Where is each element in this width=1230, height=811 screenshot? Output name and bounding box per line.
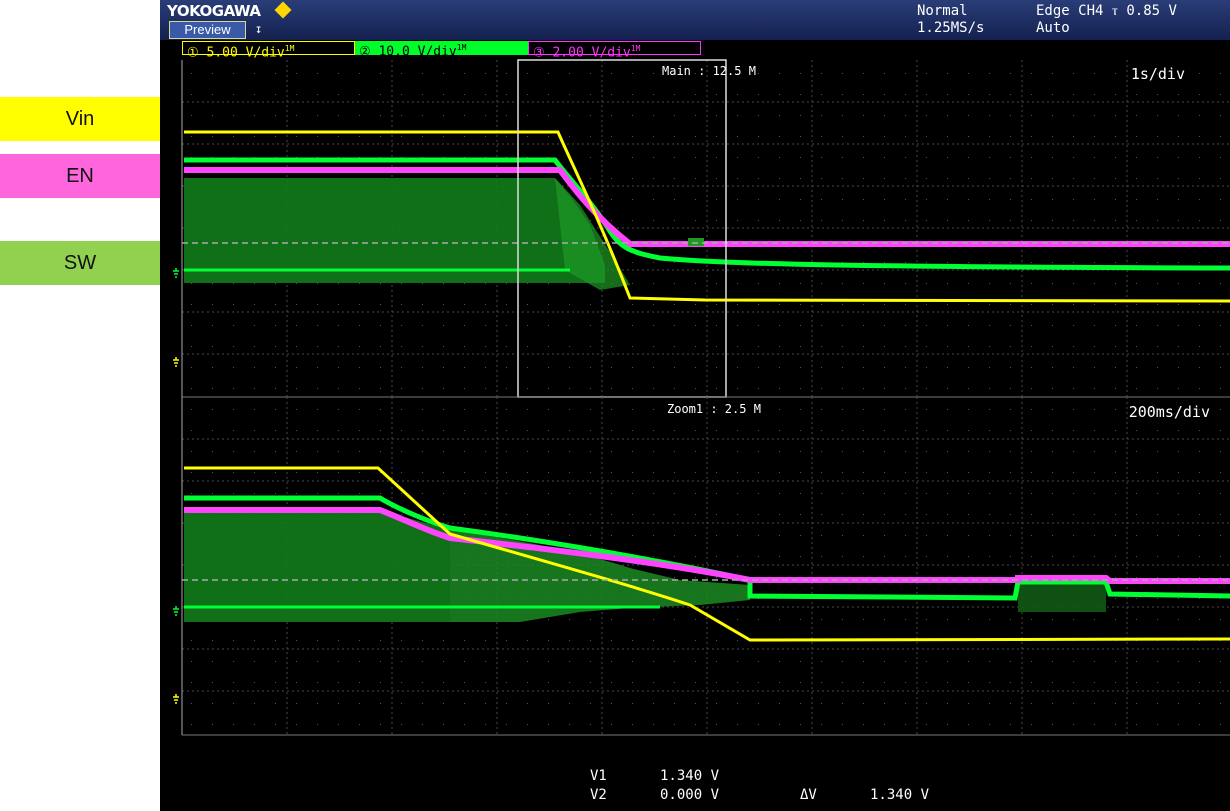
- main-en-glitch: [688, 238, 704, 246]
- zoom-window-label: Zoom1 : 2.5 M: [667, 402, 761, 416]
- zoom-sw-switching-fill: [184, 510, 450, 622]
- legend-sw: SW: [0, 241, 160, 285]
- legend-sw-label: SW: [63, 251, 97, 274]
- ground-marker-icon: [173, 268, 179, 278]
- zoom-panel: Zoom1 : 2.5 M 200ms/div: [173, 397, 1230, 736]
- zoom-timebase: 200ms/div: [1129, 403, 1210, 421]
- cursor-v2-label: V2: [590, 787, 607, 803]
- legend-vin: Vin: [0, 97, 160, 141]
- main-timebase: 1s/div: [1131, 65, 1185, 83]
- cursor-v1-value: 1.340 V: [660, 768, 720, 784]
- main-window-label: Main : 12.5 M: [662, 64, 756, 78]
- oscilloscope-screen: YOKOGAWA Preview ↧ Normal 1.25MS/s Edge …: [160, 0, 1230, 811]
- zoom-sw-burst-fill: [1018, 582, 1106, 612]
- legend-en-label: EN: [66, 164, 94, 187]
- ground-marker-icon: [173, 606, 179, 616]
- legend-en: EN: [0, 154, 160, 198]
- waveform-display: Main : 12.5 M 1s/div Zoom1: 2.5 M 200ms…: [173, 59, 1230, 736]
- ground-marker-icon: [173, 694, 179, 704]
- cursor-v1-label: V1: [590, 768, 607, 784]
- legend-vin-label: Vin: [65, 107, 95, 130]
- cursor-delta-value: 1.340 V: [870, 787, 930, 803]
- main-sw-switching-fill: [184, 178, 605, 283]
- main-panel: Main : 12.5 M 1s/div: [173, 59, 1230, 398]
- ground-marker-icon: [173, 357, 179, 367]
- cursor-v2-value: 0.000 V: [660, 787, 720, 803]
- cursor-delta-label: ΔV: [800, 787, 817, 803]
